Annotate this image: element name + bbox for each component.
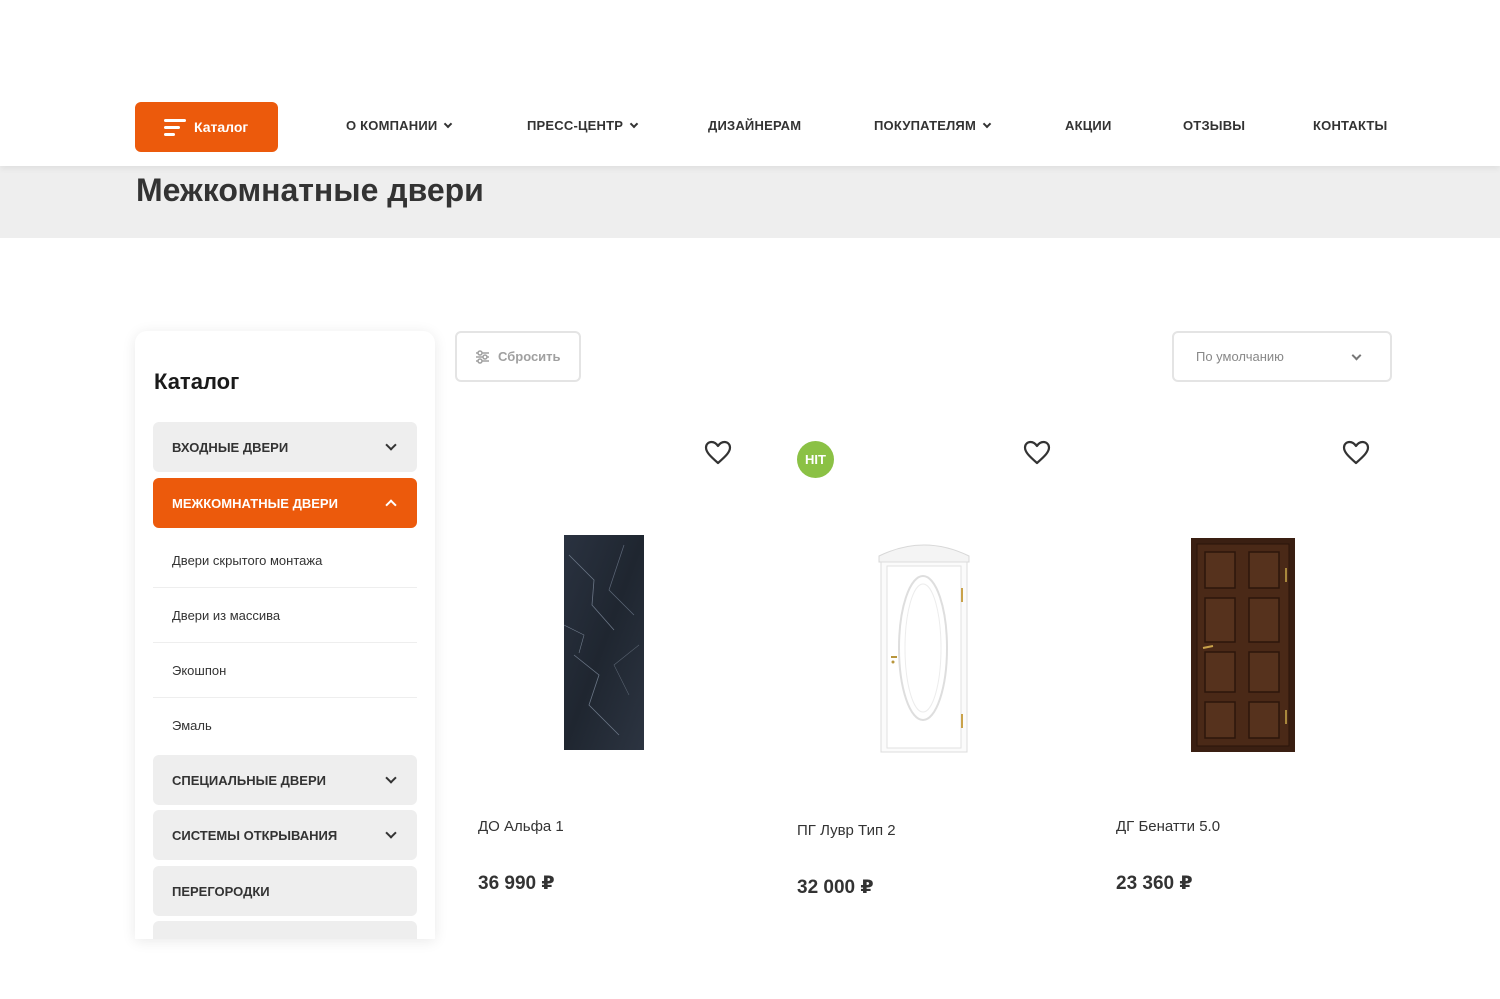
product-price: 23 360 ₽ (1116, 873, 1193, 894)
sidebar-subitem-label: Экошпон (172, 662, 227, 678)
nav-item-designers[interactable]: ДИЗАЙНЕРАМ (708, 118, 801, 133)
sidebar-item-special-doors[interactable]: СПЕЦИАЛЬНЫЕ ДВЕРИ (153, 755, 417, 805)
page-title-band: Межкомнатные двери (0, 166, 1500, 238)
product-price: 36 990 ₽ (478, 873, 555, 894)
sidebar-item-interior-doors[interactable]: МЕЖКОМНАТНЫЕ ДВЕРИ (153, 478, 417, 528)
product-name[interactable]: ДО Альфа 1 (478, 818, 564, 835)
chevron-up-icon (385, 499, 397, 511)
sidebar-item-partitions[interactable]: ПЕРЕГОРОДКИ (153, 866, 417, 916)
sidebar-item-label: ВХОДНЫЕ ДВЕРИ (172, 439, 289, 455)
sidebar-subitem-hidden-doors[interactable]: Двери скрытого монтажа (153, 533, 417, 588)
hit-badge: HIT (797, 441, 834, 478)
chevron-down-icon (385, 439, 397, 451)
sidebar-subitem-label: Эмаль (172, 718, 212, 733)
chevron-down-icon (385, 772, 397, 784)
sidebar-item-label: СИСТЕМЫ ОТКРЫВАНИЯ (172, 827, 338, 843)
product-image-dark-marble-door[interactable] (564, 535, 644, 750)
nav-label: КОНТАКТЫ (1313, 118, 1388, 133)
heart-icon[interactable] (1342, 440, 1370, 466)
nav-item-about[interactable]: О КОМПАНИИ (346, 118, 453, 133)
sidebar-item-opening-systems[interactable]: СИСТЕМЫ ОТКРЫВАНИЯ (153, 810, 417, 860)
nav-label: ПОКУПАТЕЛЯМ (874, 118, 976, 133)
nav-label: ДИЗАЙНЕРАМ (708, 118, 802, 133)
product-name[interactable]: ПГ Лувр Тип 2 (797, 822, 896, 839)
reset-label: Сбросить (498, 349, 561, 364)
chevron-down-icon (629, 119, 639, 128)
nav-item-press[interactable]: ПРЕСС-ЦЕНТР (527, 118, 639, 133)
sidebar-item-entrance-doors[interactable]: ВХОДНЫЕ ДВЕРИ (153, 422, 417, 472)
sidebar-item-label: МЕЖКОМНАТНЫЕ ДВЕРИ (172, 495, 338, 511)
product-price: 32 000 ₽ (797, 877, 874, 898)
nav-item-contacts[interactable]: КОНТАКТЫ (1313, 118, 1387, 133)
nav-item-buyers[interactable]: ПОКУПАТЕЛЯМ (874, 118, 992, 133)
sidebar-subitem-solid-wood[interactable]: Двери из массива (153, 588, 417, 643)
heart-icon[interactable] (704, 440, 732, 466)
chevron-down-icon (1351, 350, 1362, 361)
sidebar-title: Каталог (154, 369, 240, 394)
main-nav: О КОМПАНИИ ПРЕСС-ЦЕНТР ДИЗАЙНЕРАМ ПОКУПА… (0, 118, 1500, 138)
nav-label: АКЦИИ (1065, 118, 1112, 133)
sidebar-subitem-label: Двери скрытого монтажа (172, 552, 323, 568)
nav-item-reviews[interactable]: ОТЗЫВЫ (1183, 118, 1245, 133)
chevron-down-icon (982, 119, 992, 128)
nav-item-promotions[interactable]: АКЦИИ (1065, 118, 1112, 133)
heart-icon[interactable] (1023, 440, 1051, 466)
chevron-down-icon (385, 827, 397, 839)
chevron-down-icon (444, 119, 453, 128)
page-title: Межкомнатные двери (136, 172, 484, 208)
product-name[interactable]: ДГ Бенатти 5.0 (1116, 818, 1220, 835)
nav-label: ОТЗЫВЫ (1183, 118, 1246, 133)
sidebar-subitem-enamel[interactable]: Эмаль (153, 698, 417, 753)
nav-label: ПРЕСС-ЦЕНТР (527, 118, 624, 133)
product-image-dark-wood-panel-door[interactable] (1191, 538, 1295, 752)
sidebar-item-label: СПЕЦИАЛЬНЫЕ ДВЕРИ (172, 772, 326, 788)
sidebar-subitem-label: Двери из массива (172, 607, 281, 623)
reset-filters-button[interactable]: Сбросить (455, 331, 581, 382)
nav-label: О КОМПАНИИ (346, 118, 438, 133)
sidebar-item-label: ПЕРЕГОРОДКИ (172, 883, 270, 899)
product-card[interactable]: ДО Альфа 1 36 990 ₽ (478, 420, 778, 920)
sidebar-subitem-ecoveneer[interactable]: Экошпон (153, 643, 417, 698)
site-header: Каталог О КОМПАНИИ ПРЕСС-ЦЕНТР ДИЗАЙНЕРА… (0, 0, 1500, 166)
sort-select[interactable]: По умолчанию (1172, 331, 1392, 382)
filter-sliders-icon (476, 349, 489, 364)
sidebar-item-cutoff[interactable] (153, 921, 417, 939)
product-card[interactable]: HIT ПГ Лувр Тип 2 32 000 ₽ (797, 420, 1097, 920)
sort-value: По умолчанию (1196, 349, 1284, 364)
product-image-white-arched-door[interactable] (877, 538, 971, 754)
product-card[interactable]: ДГ Бенатти 5.0 23 360 ₽ (1116, 420, 1416, 920)
catalog-sidebar: Каталог ВХОДНЫЕ ДВЕРИ МЕЖКОМНАТНЫЕ ДВЕРИ… (135, 331, 435, 939)
